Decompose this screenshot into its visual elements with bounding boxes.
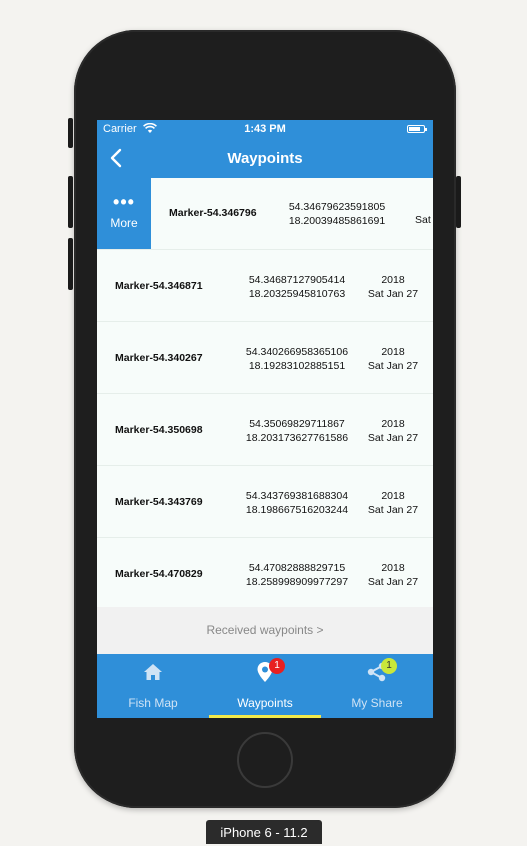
tab-fish-map[interactable]: Fish Map [97,654,209,718]
waypoint-name: Marker-54.343769 [115,496,203,508]
waypoint-coordinates: 54.340266958365106 18.19283102885151 [222,345,372,373]
waypoint-coordinates: 54.343769381688304 18.198667516203244 [222,489,372,517]
more-label: More [110,216,138,230]
waypoint-lat: 54.34687127905414 [248,274,346,286]
waypoint-date: Sat [415,213,433,227]
waypoint-year: 2018 [381,418,405,430]
waypoint-day: Sat Jan 27 [367,504,419,516]
active-tab-indicator [209,715,321,718]
waypoint-date: 2018 Sat Jan 27 [355,417,431,445]
clock: 1:43 PM [244,123,286,135]
waypoint-coordinates: 54.34679623591805 18.20039485861691 [262,200,412,228]
nav-bar: Waypoints [97,139,433,178]
power-button [456,176,461,228]
tab-waypoints[interactable]: 1 Waypoints [209,654,321,718]
waypoint-lon: 18.20325945810763 [248,288,346,300]
waypoint-coordinates: 54.35069829711867 18.203173627761586 [222,417,372,445]
list-item[interactable]: Marker-54.343769 54.343769381688304 18.1… [97,466,433,538]
mute-switch [68,118,73,148]
list-item[interactable]: Marker-54.346871 54.34687127905414 18.20… [97,250,433,322]
volume-up-button [68,176,73,228]
waypoint-lon: 18.19283102885151 [248,360,346,372]
waypoint-lat: 54.35069829711867 [249,418,345,430]
waypoint-lon: 18.20039485861691 [288,215,386,227]
status-bar: Carrier 1:43 PM [97,120,433,139]
waypoint-date: 2018 Sat Jan 27 [355,561,431,589]
waypoint-list: ••• More Marker-54.346796 54.34679623591… [97,178,433,608]
waypoint-day: Sat [415,214,431,226]
tab-my-share[interactable]: 1 My Share [321,654,433,718]
waypoint-name: Marker-54.346796 [169,207,257,219]
simulator-device-label: iPhone 6 - 11.2 [206,820,322,844]
more-dots-icon: ••• [113,192,135,212]
waypoint-lat: 54.34679623591805 [288,201,386,213]
received-waypoints-link[interactable]: Received waypoints > [97,607,433,654]
waypoint-date: 2018 Sat Jan 27 [355,489,431,517]
waypoint-lon: 18.258998909977297 [245,576,349,588]
home-button[interactable] [237,732,293,788]
waypoint-name: Marker-54.346871 [115,280,203,292]
waypoint-year: 2018 [381,562,405,574]
battery-icon [407,125,427,133]
waypoint-lon: 18.203173627761586 [245,432,349,444]
waypoint-lat: 54.340266958365106 [245,346,349,358]
app-screen: Carrier 1:43 PM Waypoints ••• More Marke… [97,120,433,718]
list-item[interactable]: Marker-54.470829 54.47082888829715 18.25… [97,538,433,608]
waypoint-lat: 54.343769381688304 [245,490,349,502]
tab-label: My Share [351,696,403,710]
waypoint-year: 2018 [381,346,405,358]
notification-badge: 1 [269,658,285,674]
waypoint-lon: 18.198667516203244 [245,504,349,516]
tab-label: Waypoints [237,696,293,710]
home-icon [141,660,165,684]
waypoint-day: Sat Jan 27 [367,432,419,444]
waypoint-day: Sat Jan 27 [367,288,419,300]
list-item[interactable]: Marker-54.350698 54.35069829711867 18.20… [97,394,433,466]
page-title: Waypoints [227,150,303,167]
volume-down-button [68,238,73,290]
tab-label: Fish Map [128,696,178,710]
waypoint-coordinates: 54.47082888829715 18.258998909977297 [222,561,372,589]
more-button[interactable]: ••• More [97,178,151,249]
waypoint-name: Marker-54.470829 [115,568,203,580]
waypoint-lat: 54.47082888829715 [248,562,346,574]
tab-bar: Fish Map 1 Waypoints 1 My Share [97,654,433,718]
list-item[interactable]: Marker-54.340267 54.340266958365106 18.1… [97,322,433,394]
notification-badge: 1 [381,658,397,674]
waypoint-year: 2018 [381,274,405,286]
waypoint-coordinates: 54.34687127905414 18.20325945810763 [222,273,372,301]
waypoint-date: 2018 Sat Jan 27 [355,273,431,301]
waypoint-date: 2018 Sat Jan 27 [355,345,431,373]
waypoint-name: Marker-54.350698 [115,424,203,436]
waypoint-day: Sat Jan 27 [367,360,419,372]
waypoint-year: 2018 [381,490,405,502]
list-item[interactable]: ••• More Marker-54.346796 54.34679623591… [97,178,433,250]
waypoint-name: Marker-54.340267 [115,352,203,364]
waypoint-day: Sat Jan 27 [367,576,419,588]
